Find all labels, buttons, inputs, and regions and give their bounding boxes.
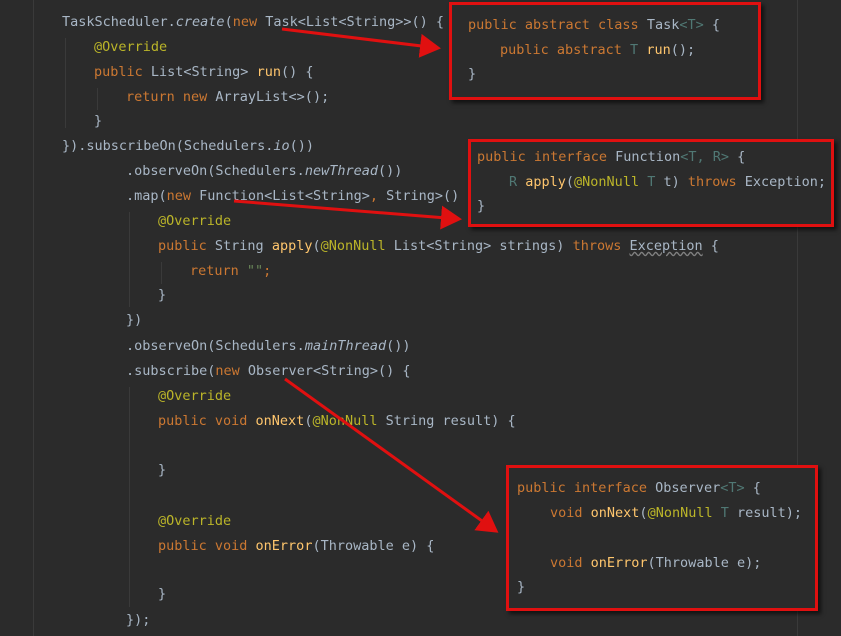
code-line: @Override [158,213,232,229]
task-class-callout: public abstract class Task<T> { public a… [449,2,761,100]
callout-line: public interface Function<T, R> { [477,149,746,165]
function-interface-callout: public interface Function<T, R> { R appl… [468,139,834,227]
code-line: public String apply(@NonNull List<String… [158,238,719,254]
callout-line: public abstract class Task<T> { [468,17,720,33]
callout-line: } [477,198,486,214]
indent-guide [33,0,34,636]
code-line: .subscribe(new Observer<String>() { [126,363,411,379]
code-line: .observeOn(Schedulers.newThread()) [126,163,403,179]
code-line: public void onNext(@NonNull String resul… [158,413,516,429]
code-line: .map(new Function<List<String>, String>(… [126,188,476,204]
code-line: @Override [94,39,168,55]
code-line: @Override [158,513,232,529]
code-line: } [158,586,167,602]
callout-line: } [517,579,526,595]
code-line: return new ArrayList<>(); [126,89,330,105]
callout-line: R apply(@NonNull T t) throws Exception; [509,174,827,190]
code-line: public List<String> run() { [94,64,314,80]
code-line: }).subscribeOn(Schedulers.io()) [62,138,314,154]
observer-interface-callout: public interface Observer<T> { void onNe… [506,465,818,611]
indent-guide [65,38,66,128]
indent-guide [161,262,162,284]
code-line: } [158,462,167,478]
code-line: }); [126,612,151,628]
callout-line: public abstract T run(); [500,42,696,58]
code-line: .observeOn(Schedulers.mainThread()) [126,338,411,354]
code-line: } [94,113,103,129]
code-line: } [158,287,167,303]
indent-guide [97,88,98,110]
callout-line: void onError(Throwable e); [550,555,762,571]
indent-guide [129,387,130,607]
callout-line: } [468,66,477,82]
callout-line: public interface Observer<T> { [517,480,761,496]
code-line: @Override [158,388,232,404]
code-line: }) [126,312,143,328]
code-line: return ""; [190,263,272,279]
callout-line: void onNext(@NonNull T result); [550,505,803,521]
indent-guide [129,212,130,307]
code-line: TaskScheduler.create(new Task<List<Strin… [62,14,445,30]
code-line: public void onError(Throwable e) { [158,538,435,554]
